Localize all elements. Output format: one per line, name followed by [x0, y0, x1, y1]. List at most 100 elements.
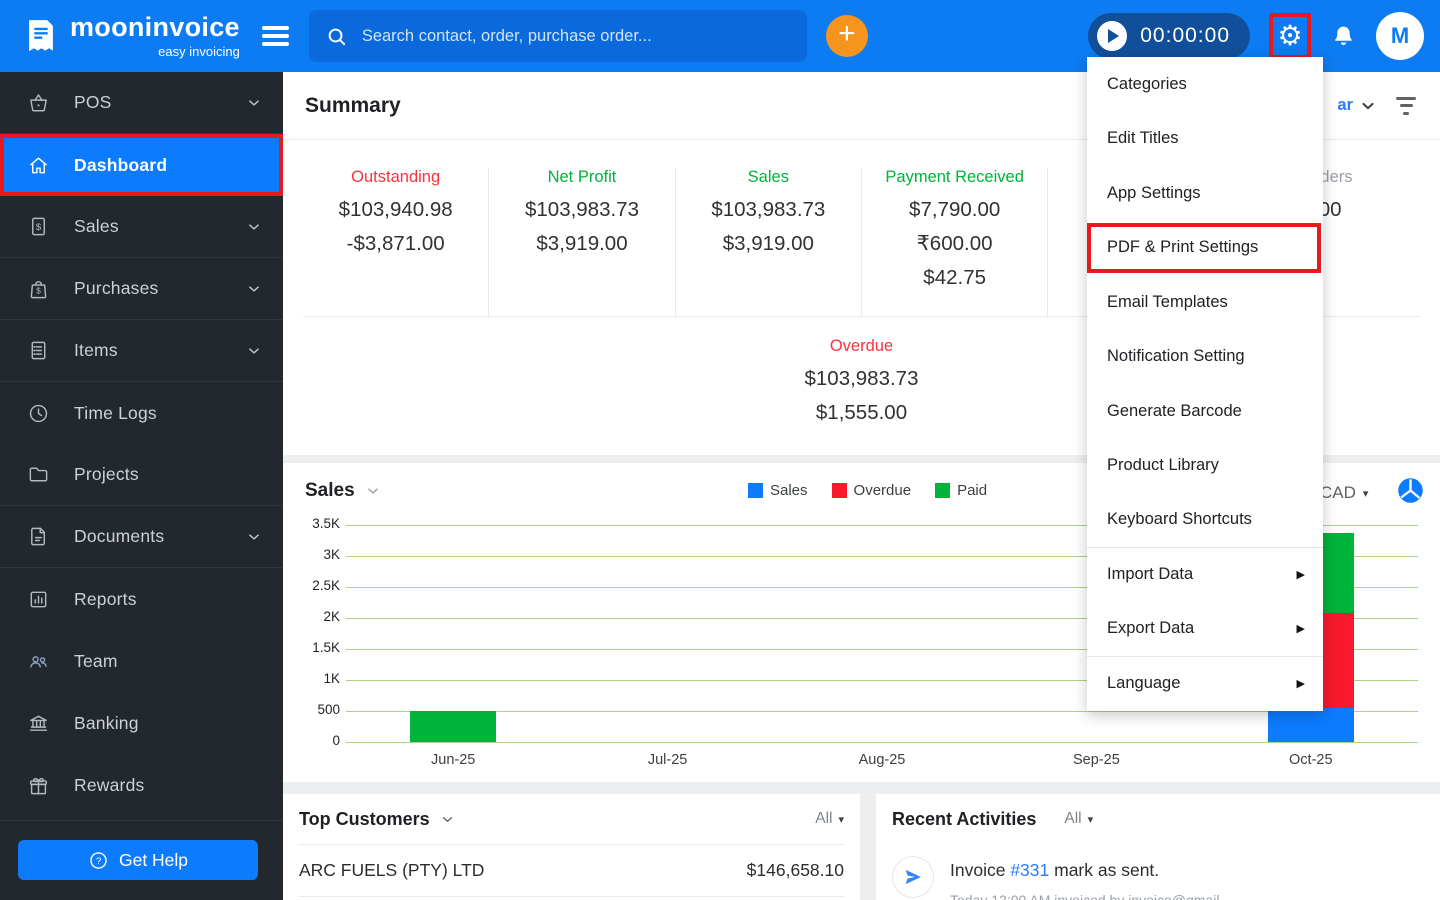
caret-down-icon: ▾	[1087, 813, 1094, 826]
notifications-button[interactable]	[1330, 23, 1357, 50]
get-help-label: Get Help	[118, 849, 189, 870]
timer-widget[interactable]: 00:00:00	[1088, 13, 1250, 59]
timer-value: 00:00:00	[1140, 24, 1230, 47]
gear-icon[interactable]: ⚙	[1277, 22, 1302, 50]
y-axis-tick: 3K	[323, 547, 340, 562]
chevron-down-icon	[364, 482, 382, 500]
sidebar-item-rewards[interactable]: Rewards	[0, 754, 283, 816]
submenu-arrow-icon: ▶	[1296, 568, 1305, 582]
plus-icon: +	[838, 17, 856, 50]
menu-item-notification-setting[interactable]: Notification Setting	[1087, 330, 1323, 385]
sidebar-item-label: POS	[74, 92, 112, 112]
search-input[interactable]	[359, 25, 791, 47]
stat-net-profit: Net Profit $103,983.73 $3,919.00	[489, 168, 676, 316]
gift-icon	[26, 773, 50, 797]
stat-value: $42.75	[923, 266, 986, 289]
menu-item-categories[interactable]: Categories	[1087, 57, 1323, 112]
folder-icon	[26, 463, 50, 487]
pie-chart-toggle-button[interactable]	[1395, 475, 1426, 506]
add-new-button[interactable]: +	[825, 15, 868, 57]
svg-text:$: $	[36, 287, 41, 296]
sidebar-item-documents[interactable]: Documents	[0, 506, 283, 568]
sidebar-item-sales[interactable]: $ Sales	[0, 196, 283, 258]
menu-item-label: Keyboard Shortcuts	[1107, 510, 1252, 529]
menu-item-label: Email Templates	[1107, 292, 1228, 311]
sidebar-item-projects[interactable]: Projects	[0, 444, 283, 506]
user-avatar[interactable]: M	[1376, 12, 1424, 60]
recent-activities-filter[interactable]: All ▾	[1064, 810, 1093, 828]
sidebar-item-purchases[interactable]: $ Purchases	[0, 258, 283, 320]
y-axis-tick: 0	[332, 733, 340, 748]
filter-icon[interactable]	[1392, 93, 1420, 119]
recent-activities-title: Recent Activities	[892, 808, 1037, 829]
bell-icon	[1330, 23, 1357, 50]
customer-row[interactable]: ARC FUELS (PTY) LTD $146,658.10	[299, 845, 844, 897]
sidebar-item-label: Banking	[74, 712, 139, 733]
stat-value: $103,983.73	[524, 198, 639, 221]
chevron-down-icon	[245, 218, 265, 236]
sidebar-item-label: Projects	[74, 464, 139, 484]
settings-dropdown-menu: Categories Edit Titles App Settings PDF & P…	[1087, 57, 1323, 711]
sidebar-item-time-logs[interactable]: Time Logs	[0, 382, 283, 444]
menu-item-label: PDF & Print Settings	[1107, 238, 1259, 257]
sidebar-item-reports[interactable]: Reports	[0, 568, 283, 630]
menu-item-language[interactable]: Language ▶	[1087, 657, 1323, 712]
menu-item-edit-titles[interactable]: Edit Titles	[1087, 112, 1323, 167]
gridline	[346, 741, 1418, 743]
caret-down-icon: ▾	[1362, 487, 1369, 500]
activity-text-suffix: mark as sent.	[1049, 860, 1160, 880]
legend-item-sales[interactable]: Sales	[748, 482, 808, 499]
sidebar-item-team[interactable]: Team	[0, 630, 283, 692]
sidebar-item-pos[interactable]: POS	[0, 72, 283, 134]
menu-item-keyboard-shortcuts[interactable]: Keyboard Shortcuts	[1087, 493, 1323, 548]
sidebar-item-dashboard[interactable]: Dashboard	[0, 134, 283, 196]
menu-item-product-library[interactable]: Product Library	[1087, 439, 1323, 494]
chart-title: Sales	[305, 480, 355, 501]
sidebar-item-label: Documents	[74, 526, 165, 546]
legend-label: Overdue	[853, 482, 912, 499]
legend-item-overdue[interactable]: Overdue	[831, 482, 912, 499]
menu-item-label: Categories	[1107, 74, 1187, 93]
menu-item-label: Generate Barcode	[1107, 401, 1242, 420]
top-customers-filter[interactable]: All ▾	[815, 810, 844, 828]
currency-selector[interactable]: CAD ▾	[1320, 483, 1368, 503]
menu-item-import-data[interactable]: Import Data ▶	[1087, 548, 1323, 603]
activity-list: Invoice #331 mark as sent. Today 12:00 AM…	[876, 844, 1440, 900]
brand-logo[interactable]: mooninvoice easy invoicing	[22, 13, 240, 59]
sidebar-item-label: Items	[74, 340, 118, 360]
chevron-down-icon	[1358, 96, 1378, 116]
svg-text:$: $	[35, 222, 41, 233]
stat-label: Outstanding	[351, 168, 441, 186]
stat-value: $7,790.00	[909, 198, 1001, 221]
period-selector[interactable]: ar	[1337, 96, 1378, 116]
chevron-down-icon[interactable]	[439, 811, 456, 828]
menu-item-export-data[interactable]: Export Data ▶	[1087, 602, 1323, 657]
sidebar-item-items[interactable]: Items	[0, 320, 283, 382]
hamburger-menu-icon[interactable]	[256, 16, 295, 57]
legend-label: Sales	[770, 482, 808, 499]
x-axis-label: Aug-25	[858, 752, 906, 768]
menu-item-pdf-print-settings[interactable]: PDF & Print Settings	[1087, 221, 1323, 276]
settings-annotation-box: ⚙	[1269, 13, 1311, 59]
legend-item-paid[interactable]: Paid	[935, 482, 987, 499]
invoice-logo-icon	[22, 16, 60, 56]
chevron-down-icon	[245, 94, 265, 112]
document-icon	[26, 525, 50, 549]
search-icon	[325, 25, 348, 48]
menu-item-email-templates[interactable]: Email Templates	[1087, 275, 1323, 330]
menu-item-generate-barcode[interactable]: Generate Barcode	[1087, 384, 1323, 439]
chart-legend: Sales Overdue Paid	[748, 482, 987, 499]
invoice-link[interactable]: #331	[1010, 860, 1049, 880]
sidebar-item-banking[interactable]: Banking	[0, 692, 283, 754]
customer-name: ARC FUELS (PTY) LTD	[299, 860, 485, 880]
stat-label: Payment Received	[885, 168, 1024, 186]
stat-label: Net Profit	[547, 168, 617, 186]
chevron-down-icon	[245, 342, 265, 360]
customer-amount: $146,658.10	[746, 860, 844, 880]
get-help-button[interactable]: ? Get Help	[18, 840, 258, 880]
menu-item-app-settings[interactable]: App Settings	[1087, 166, 1323, 221]
chart-type-selector[interactable]: Sales	[305, 480, 382, 502]
home-icon	[26, 153, 50, 177]
moon-invoice-dashboard: mooninvoice easy invoicing + 00:00:00 ⚙	[0, 0, 1440, 900]
play-icon[interactable]	[1097, 21, 1128, 51]
